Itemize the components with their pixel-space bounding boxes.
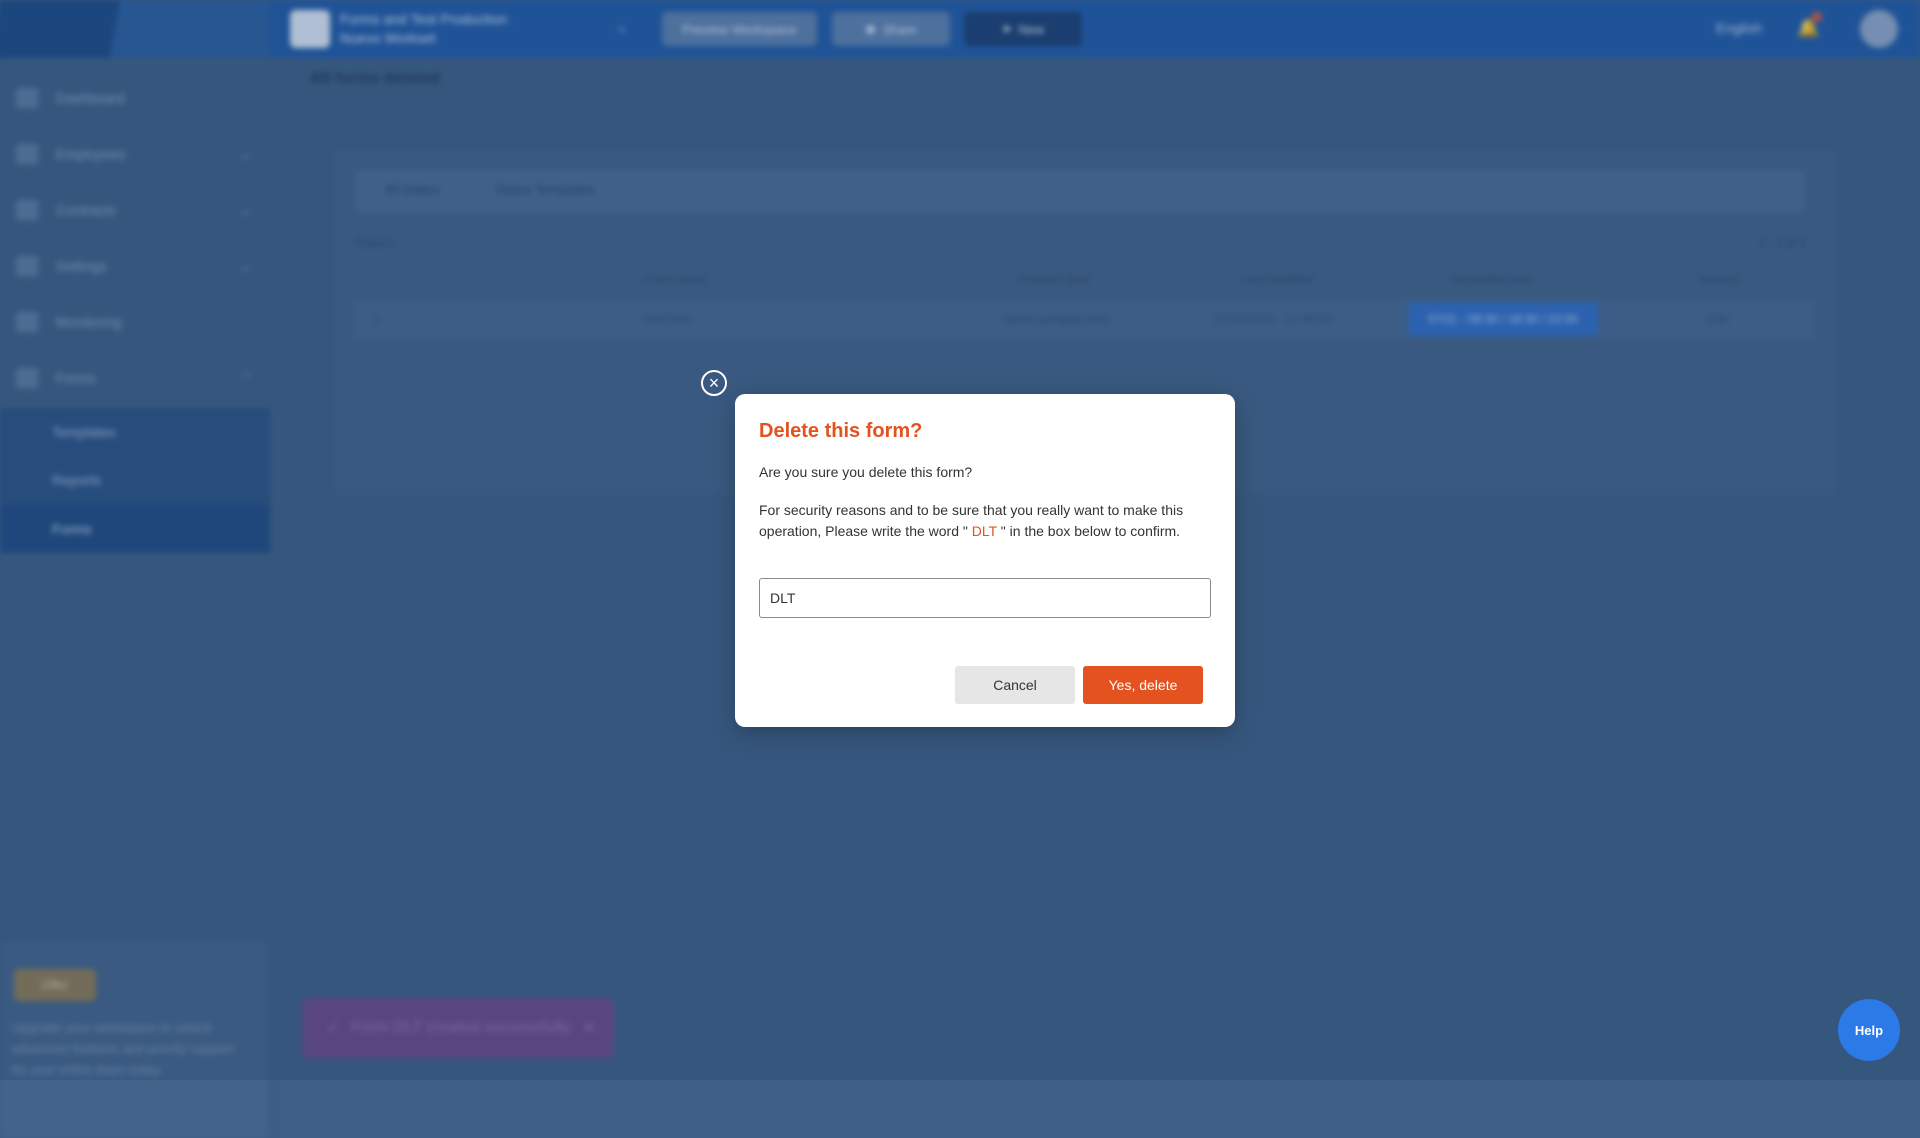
close-icon[interactable]: × xyxy=(701,370,727,396)
delete-confirm-dialog: Delete this form? Are you sure you delet… xyxy=(735,394,1235,727)
confirm-keyword: DLT xyxy=(967,523,1001,539)
dialog-question: Are you sure you delete this form? xyxy=(759,464,973,480)
confirm-word-input[interactable] xyxy=(759,578,1211,618)
dialog-message: For security reasons and to be sure that… xyxy=(759,500,1209,542)
message-after: " in the box below to confirm. xyxy=(1000,523,1181,539)
cancel-button[interactable]: Cancel xyxy=(955,666,1075,704)
confirm-delete-button[interactable]: Yes, delete xyxy=(1083,666,1203,704)
help-button[interactable]: Help xyxy=(1838,999,1900,1061)
dialog-title: Delete this form? xyxy=(759,420,923,442)
